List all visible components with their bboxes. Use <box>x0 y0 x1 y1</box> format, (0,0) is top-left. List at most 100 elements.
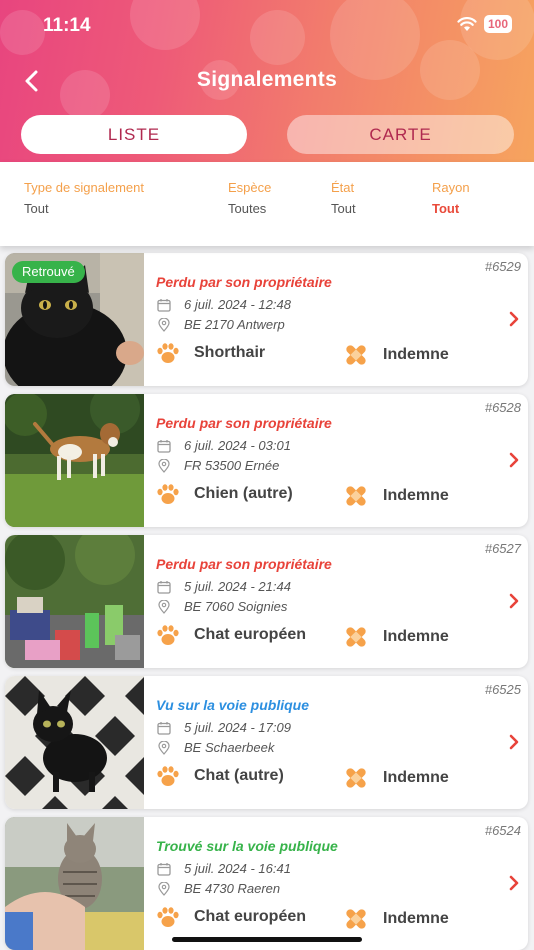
report-breed: Chien (autre) <box>194 485 293 502</box>
status-badge: Retrouvé <box>12 261 85 283</box>
report-location: BE 4730 Raeren <box>184 881 281 896</box>
report-id: #6529 <box>484 259 521 274</box>
filter-state-value: Tout <box>331 201 356 216</box>
report-location: BE Schaerbeek <box>184 740 275 755</box>
calendar-icon <box>156 862 172 876</box>
report-location-row: BE 7060 Soignies <box>156 599 287 614</box>
report-location: FR 53500 Ernée <box>184 458 280 473</box>
filter-type-value: Tout <box>24 201 49 216</box>
report-list: Retrouvé #6529 Perdu par son propriétair… <box>0 246 534 950</box>
bandage-icon <box>346 486 366 506</box>
report-date: 5 juil. 2024 - 17:09 <box>184 720 291 735</box>
location-pin-icon <box>156 599 172 614</box>
report-date-row: 5 juil. 2024 - 16:41 <box>156 861 291 876</box>
battery-icon: 100 <box>483 15 512 33</box>
report-date: 5 juil. 2024 - 16:41 <box>184 861 291 876</box>
filter-state-label: État <box>331 180 355 195</box>
tab-carte[interactable]: CARTE <box>287 115 514 154</box>
report-state: Indemne <box>383 487 449 504</box>
report-card[interactable]: #6525 Vu sur la voie publique 5 juil. 20… <box>5 676 528 809</box>
tab-liste[interactable]: LISTE <box>21 115 247 154</box>
report-breed-row: Chat européen <box>156 624 306 646</box>
report-date-row: 6 juil. 2024 - 12:48 <box>156 297 291 312</box>
filter-radius-value: Tout <box>432 201 460 216</box>
chevron-right-icon <box>509 311 519 327</box>
report-photo <box>5 676 144 809</box>
report-location: BE 7060 Soignies <box>184 599 288 614</box>
page-title: Signalements <box>196 68 338 91</box>
filter-bar: Type de signalement Tout Espèce Toutes É… <box>0 162 534 246</box>
status-time: 11:14 <box>43 15 91 36</box>
calendar-icon <box>156 721 172 735</box>
report-type: Perdu par son propriétaire <box>156 556 332 572</box>
report-breed: Chat (autre) <box>194 767 284 784</box>
report-breed: Chat européen <box>194 626 307 643</box>
report-id: #6528 <box>484 400 521 415</box>
paw-icon <box>157 907 179 927</box>
report-breed-row: Chat européen <box>156 906 306 928</box>
report-location-row: BE 4730 Raeren <box>156 881 280 896</box>
report-card[interactable]: #6528 Perdu par son propriétaire 6 juil.… <box>5 394 528 527</box>
report-state: Indemne <box>383 769 449 786</box>
bandage-icon <box>346 345 366 365</box>
report-state-row: Indemne <box>343 483 449 509</box>
report-location-row: BE Schaerbeek <box>156 740 274 755</box>
bandage-icon <box>346 909 366 929</box>
report-state-row: Indemne <box>343 906 449 932</box>
wifi-icon <box>457 16 477 31</box>
chevron-right-icon <box>509 734 519 750</box>
report-state-row: Indemne <box>343 765 449 791</box>
report-date-row: 5 juil. 2024 - 21:44 <box>156 579 291 594</box>
report-breed-row: Chien (autre) <box>156 483 293 505</box>
filter-type-label: Type de signalement <box>24 180 144 195</box>
location-pin-icon <box>156 317 172 332</box>
report-photo <box>5 535 144 668</box>
report-state: Indemne <box>383 910 449 927</box>
calendar-icon <box>156 439 172 453</box>
calendar-icon <box>156 580 172 594</box>
calendar-icon <box>156 298 172 312</box>
filter-species-value: Toutes <box>228 201 267 216</box>
report-photo <box>5 394 144 527</box>
report-photo: Retrouvé <box>5 253 144 386</box>
report-breed: Chat européen <box>194 908 307 925</box>
report-type: Trouvé sur la voie publique <box>156 838 338 854</box>
location-pin-icon <box>156 881 172 896</box>
chevron-right-icon <box>509 875 519 891</box>
bandage-icon <box>346 768 366 788</box>
status-icons: 100 <box>457 15 512 33</box>
paw-icon <box>157 766 179 786</box>
bandage-icon <box>346 627 366 647</box>
filter-radius-label: Rayon <box>432 180 470 195</box>
filter-radius[interactable]: Rayon Tout <box>432 180 470 216</box>
paw-icon <box>157 625 179 645</box>
report-location-row: BE 2170 Antwerp <box>156 317 285 332</box>
report-date: 5 juil. 2024 - 21:44 <box>184 579 291 594</box>
location-pin-icon <box>156 740 172 755</box>
report-breed-row: Shorthair <box>156 342 265 364</box>
paw-icon <box>157 484 179 504</box>
report-photo <box>5 817 144 950</box>
report-id: #6524 <box>484 823 521 838</box>
chevron-right-icon <box>509 452 519 468</box>
report-date-row: 6 juil. 2024 - 03:01 <box>156 438 291 453</box>
report-state: Indemne <box>383 628 449 645</box>
filter-type[interactable]: Type de signalement Tout <box>24 180 144 216</box>
header: 11:14 100 Signalements LISTE CARTE <box>0 0 534 162</box>
report-card[interactable]: #6524 Trouvé sur la voie publique 5 juil… <box>5 817 528 950</box>
home-indicator <box>172 937 362 942</box>
report-card[interactable]: Retrouvé #6529 Perdu par son propriétair… <box>5 253 528 386</box>
filter-species[interactable]: Espèce Toutes <box>228 180 271 216</box>
report-id: #6525 <box>484 682 521 697</box>
paw-icon <box>157 343 179 363</box>
report-location: BE 2170 Antwerp <box>184 317 285 332</box>
report-breed: Shorthair <box>194 344 266 361</box>
chevron-right-icon <box>509 593 519 609</box>
filter-species-label: Espèce <box>228 180 272 195</box>
filter-state[interactable]: État Tout <box>331 180 356 216</box>
report-card[interactable]: #6527 Perdu par son propriétaire 5 juil.… <box>5 535 528 668</box>
report-type: Perdu par son propriétaire <box>156 274 332 290</box>
report-state: Indemne <box>383 346 449 363</box>
report-state-row: Indemne <box>343 342 449 368</box>
app-screen: 11:14 100 Signalements LISTE CARTE Type … <box>0 0 534 950</box>
